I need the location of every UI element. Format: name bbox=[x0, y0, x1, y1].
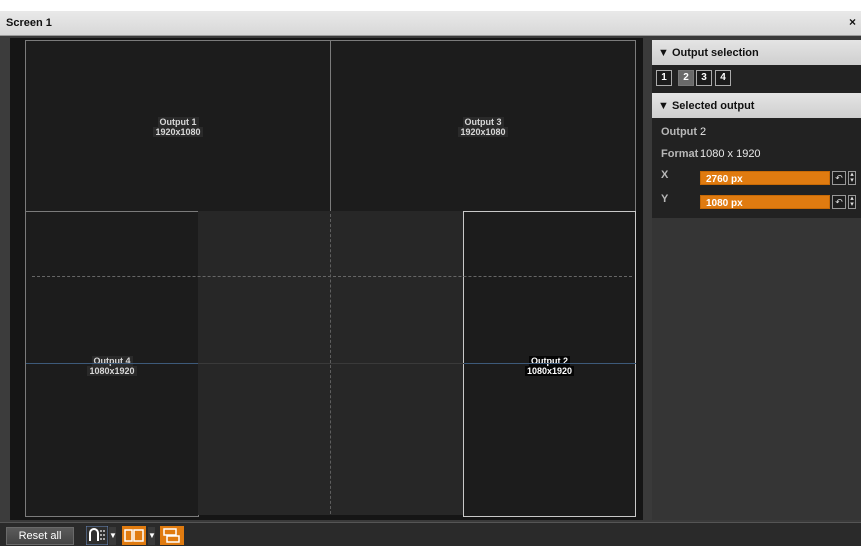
window-title: Screen 1 bbox=[6, 17, 52, 29]
output-value: 2 bbox=[700, 126, 707, 138]
x-label: X bbox=[661, 169, 669, 181]
output-2-rect[interactable]: Output 2 1080x1920 bbox=[463, 211, 636, 517]
output-select-button-4[interactable]: 4 bbox=[715, 70, 731, 86]
y-reset-icon[interactable]: ↶ bbox=[832, 195, 846, 209]
output-3-rect[interactable]: Output 3 1920x1080 bbox=[330, 40, 636, 212]
close-icon[interactable]: × bbox=[849, 15, 856, 29]
output-label: Output bbox=[661, 126, 698, 138]
center-guide-horizontal bbox=[32, 276, 632, 277]
output-1-format: 1920x1080 bbox=[153, 127, 203, 137]
x-input[interactable]: 2760 px bbox=[700, 171, 830, 185]
x-reset-icon[interactable]: ↶ bbox=[832, 171, 846, 185]
output-3-name: Output 3 bbox=[462, 117, 504, 127]
layout-canvas[interactable]: Output 1 1920x1080 Output 3 1920x1080 Ou… bbox=[10, 38, 643, 520]
window-titlebar: Screen 1 × bbox=[0, 11, 861, 36]
output-select-button-2[interactable]: 2 bbox=[678, 70, 694, 86]
layout-dropdown-icon[interactable]: ▼ bbox=[148, 527, 156, 545]
format-label: Format bbox=[661, 148, 699, 160]
center-guide-vertical bbox=[330, 214, 331, 514]
output-selection-header[interactable]: ▼ Output selection bbox=[652, 40, 861, 65]
guide-line-center bbox=[198, 363, 464, 364]
output-4-name: Output 4 bbox=[91, 356, 133, 366]
y-spinner-icon[interactable]: ▴ ▾ bbox=[848, 195, 856, 209]
guide-line-right bbox=[464, 363, 636, 364]
snap-dropdown-icon[interactable]: ▼ bbox=[109, 527, 117, 545]
selected-output-header[interactable]: ▼ Selected output bbox=[652, 93, 861, 118]
layout-icon[interactable] bbox=[122, 526, 146, 545]
left-edge bbox=[0, 36, 10, 522]
guide-line-left bbox=[26, 363, 198, 364]
reset-all-button[interactable]: Reset all bbox=[6, 527, 74, 545]
output-2-format: 1080x1920 bbox=[524, 366, 575, 376]
y-input[interactable]: 1080 px bbox=[700, 195, 830, 209]
y-label: Y bbox=[661, 193, 669, 205]
format-value: 1080 x 1920 bbox=[700, 148, 761, 160]
output-4-format: 1080x1920 bbox=[87, 366, 137, 376]
output-1-name: Output 1 bbox=[157, 117, 199, 127]
output-select-button-3[interactable]: 3 bbox=[696, 70, 712, 86]
bottom-toolbar: Reset all ▼ ▼ bbox=[0, 522, 861, 546]
output-select-button-1[interactable]: 1 bbox=[656, 70, 672, 86]
top-strip bbox=[0, 0, 861, 11]
output-2-name: Output 2 bbox=[529, 356, 570, 366]
stack-icon[interactable] bbox=[160, 526, 184, 545]
x-spinner-icon[interactable]: ▴ ▾ bbox=[848, 171, 856, 185]
output-3-format: 1920x1080 bbox=[458, 127, 508, 137]
output-1-rect[interactable]: Output 1 1920x1080 bbox=[25, 40, 331, 212]
snap-grid-icon[interactable] bbox=[86, 526, 108, 545]
properties-panel: ▼ Output selection 1 2 3 4 ▼ Selected ou… bbox=[652, 40, 861, 520]
output-4-rect[interactable]: Output 4 1080x1920 bbox=[25, 211, 199, 517]
